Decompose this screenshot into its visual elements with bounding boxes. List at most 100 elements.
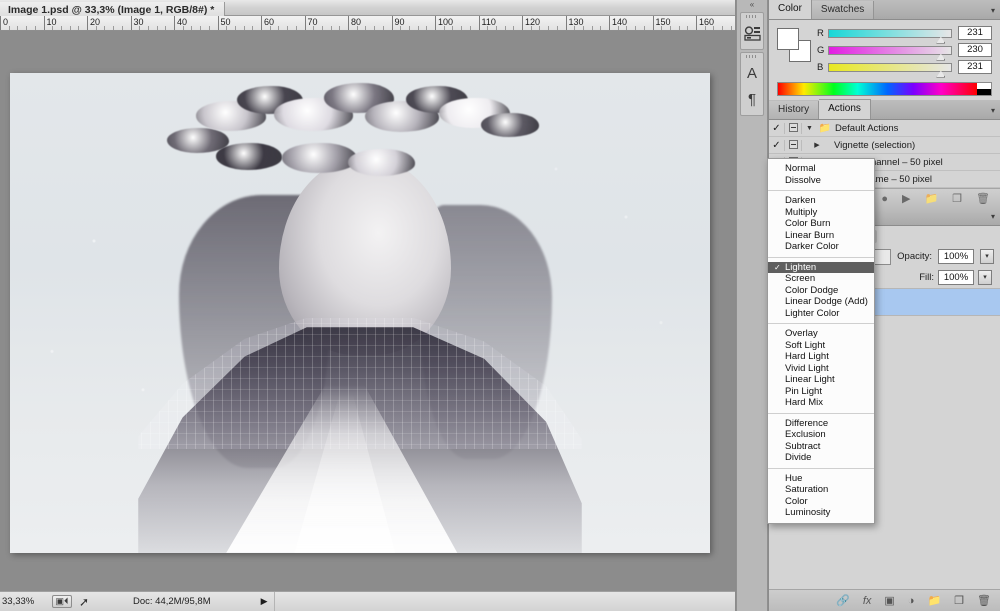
collapsed-panel-dock: « A ¶: [736, 0, 768, 611]
new-set-icon[interactable]: 📁: [924, 192, 938, 205]
menu-item-lighter-color[interactable]: Lighter Color: [768, 308, 874, 320]
mask-icon[interactable]: ▣: [884, 594, 894, 607]
channel-slider-r[interactable]: [828, 29, 952, 38]
link-icon[interactable]: 🔗: [836, 594, 850, 607]
menu-item-pin-light[interactable]: Pin Light: [768, 386, 874, 398]
color-spectrum-bar[interactable]: [777, 82, 992, 96]
color-swatches[interactable]: [777, 28, 811, 62]
foreground-color-swatch[interactable]: [777, 28, 799, 50]
ruler-minor-tick: [470, 26, 471, 30]
panel-menu-icon[interactable]: ▾: [991, 106, 995, 115]
artwork-flower: [481, 113, 539, 137]
share-icon[interactable]: ➚: [75, 595, 93, 609]
channel-value-g[interactable]: 230: [958, 43, 992, 57]
menu-item-darken[interactable]: Darken: [768, 195, 874, 207]
slider-thumb-b: [936, 71, 945, 78]
menu-item-hard-light[interactable]: Hard Light: [768, 351, 874, 363]
new-action-icon[interactable]: ❐: [952, 192, 962, 205]
menu-item-color-dodge[interactable]: Color Dodge: [768, 285, 874, 297]
slider-thumb-g: [936, 54, 945, 61]
ruler-minor-tick: [165, 26, 166, 30]
menu-item-difference[interactable]: Difference: [768, 418, 874, 430]
menu-item-linear-light[interactable]: Linear Light: [768, 374, 874, 386]
ruler-minor-tick: [96, 26, 97, 30]
menu-item-multiply[interactable]: Multiply: [768, 207, 874, 219]
actions-row[interactable]: ✓▼📁Default Actions: [769, 120, 1000, 137]
menu-item-vivid-light[interactable]: Vivid Light: [768, 363, 874, 375]
action-dialog-toggle[interactable]: [785, 140, 802, 151]
document-canvas[interactable]: [10, 73, 710, 553]
artwork-image[interactable]: [10, 73, 710, 553]
opacity-value[interactable]: 100%: [938, 249, 974, 264]
disclosure-triangle-icon[interactable]: ▶: [802, 141, 832, 149]
camera-icon[interactable]: ▣⏴: [52, 595, 72, 608]
tab-actions[interactable]: Actions: [819, 99, 871, 119]
action-enabled-checkbox[interactable]: ✓: [769, 140, 785, 151]
menu-item-screen[interactable]: Screen: [768, 273, 874, 285]
menu-item-divide[interactable]: Divide: [768, 452, 874, 464]
action-enabled-checkbox[interactable]: ✓: [769, 123, 785, 134]
ruler-minor-tick: [209, 26, 210, 30]
fx-icon[interactable]: fx: [863, 595, 872, 607]
menu-item-color-burn[interactable]: Color Burn: [768, 218, 874, 230]
menu-item-dissolve[interactable]: Dissolve: [768, 175, 874, 187]
menu-item-darker-color[interactable]: Darker Color: [768, 241, 874, 253]
spectrum-gradient[interactable]: [778, 83, 977, 95]
delete-icon[interactable]: 🗑: [976, 192, 990, 205]
artwork-flower: [216, 143, 282, 170]
actions-row[interactable]: ✓ ▶Vignette (selection): [769, 137, 1000, 154]
collapse-panels-icon[interactable]: «: [737, 0, 767, 10]
dock-grip[interactable]: [741, 53, 763, 60]
menu-item-exclusion[interactable]: Exclusion: [768, 429, 874, 441]
record-icon[interactable]: ●: [881, 193, 888, 205]
tab-history[interactable]: History: [769, 101, 819, 119]
status-menu-arrow[interactable]: ▶: [261, 596, 268, 607]
spectrum-white-black[interactable]: [977, 83, 991, 95]
new-layer-icon[interactable]: ❐: [954, 594, 964, 607]
trash-icon[interactable]: 🗑: [977, 594, 991, 607]
photoshop-window: Image 1.psd @ 33,3% (Image 1, RGB/8#) * …: [0, 0, 1000, 611]
channel-label-g: G: [817, 45, 828, 56]
panel-menu-icon[interactable]: ▾: [991, 6, 995, 15]
fill-stepper[interactable]: ▾: [978, 270, 992, 285]
group-icon[interactable]: 📁: [927, 594, 941, 607]
channel-value-b[interactable]: 231: [958, 60, 992, 74]
menu-item-hard-mix[interactable]: Hard Mix: [768, 397, 874, 409]
menu-item-luminosity[interactable]: Luminosity: [768, 507, 874, 519]
zoom-level[interactable]: 33,33%: [0, 596, 52, 607]
canvas-area[interactable]: [0, 31, 735, 591]
menu-item-overlay[interactable]: Overlay: [768, 328, 874, 340]
menu-item-soft-light[interactable]: Soft Light: [768, 340, 874, 352]
opacity-stepper[interactable]: ▾: [980, 249, 994, 264]
tab-swatches[interactable]: Swatches: [812, 1, 874, 19]
menu-item-normal[interactable]: Normal: [768, 163, 874, 175]
dock-grip[interactable]: [741, 13, 763, 20]
menu-item-linear-dodge-add[interactable]: Linear Dodge (Add): [768, 296, 874, 308]
menu-item-color[interactable]: Color: [768, 496, 874, 508]
channel-slider-b[interactable]: [828, 63, 952, 72]
fill-value[interactable]: 100%: [938, 270, 974, 285]
character-icon[interactable]: A: [741, 60, 763, 86]
action-name: Vignette (selection): [832, 140, 915, 151]
action-dialog-toggle[interactable]: [785, 123, 802, 134]
blend-mode-dropdown-menu[interactable]: NormalDissolveDarkenMultiplyColor BurnLi…: [767, 158, 875, 524]
ruler-minor-tick: [252, 26, 253, 30]
ruler-minor-tick: [426, 26, 427, 30]
channel-slider-g[interactable]: [828, 46, 952, 55]
menu-item-linear-burn[interactable]: Linear Burn: [768, 230, 874, 242]
menu-item-subtract[interactable]: Subtract: [768, 441, 874, 453]
tab-color[interactable]: Color: [769, 0, 812, 19]
ruler-minor-tick: [418, 26, 419, 30]
ruler-minor-tick: [618, 26, 619, 30]
menu-item-saturation[interactable]: Saturation: [768, 484, 874, 496]
panel-menu-icon[interactable]: ▾: [991, 212, 995, 221]
adjustment-icon[interactable]: ◑: [908, 595, 915, 607]
ruler-minor-tick: [331, 26, 332, 30]
channel-value-r[interactable]: 231: [958, 26, 992, 40]
menu-item-hue[interactable]: Hue: [768, 473, 874, 485]
play-icon[interactable]: ▶: [902, 192, 910, 205]
menu-item-lighten[interactable]: ✓Lighten: [768, 262, 874, 274]
disclosure-triangle-icon[interactable]: ▼: [802, 125, 817, 132]
adjustments-icon[interactable]: [741, 20, 763, 46]
paragraph-icon[interactable]: ¶: [741, 86, 763, 112]
